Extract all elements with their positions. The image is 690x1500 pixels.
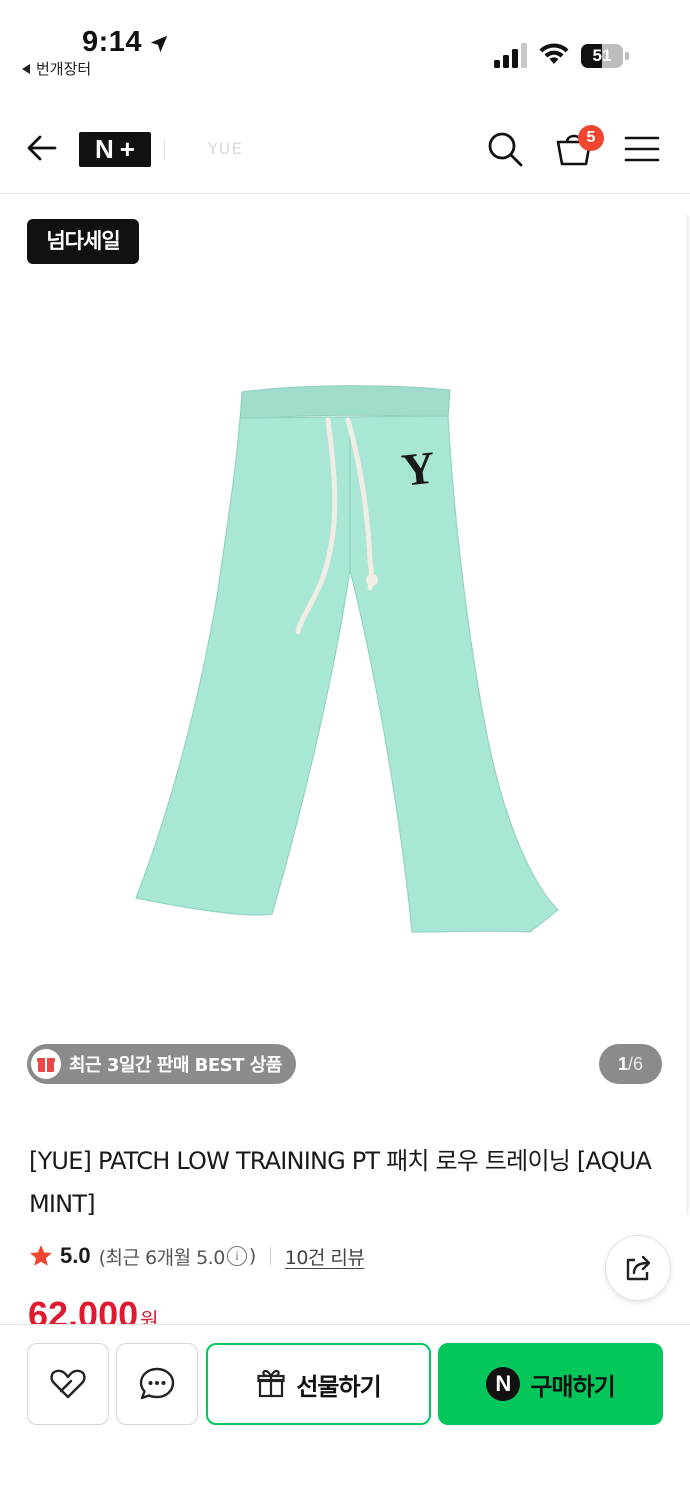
naver-pay-icon: N [486,1367,521,1401]
recent-rating-label: (최근 6개월 5.0 [98,1246,226,1269]
best-seller-badge: 최근 3일간 판매 BEST 상품 [27,1044,296,1084]
share-icon [626,1255,651,1281]
heart-icon [50,1369,86,1399]
rating-row: 5.0 (최근 6개월 5.0 i ) 10건 리뷰 [28,1240,365,1272]
location-arrow-icon [150,35,168,53]
brand-name[interactable]: YUE [208,139,243,158]
back-triangle-icon [22,63,30,74]
scrollbar[interactable] [686,215,689,1215]
gift-icon [31,1049,61,1079]
product-title: [YUE] PATCH LOW TRAINING PT 패치 로우 트레이닝 [… [29,1147,652,1218]
header-divider [164,140,165,160]
gift-box-icon [257,1369,285,1398]
image-page-current: 1 [617,1054,628,1074]
gift-button-label: 선물하기 [296,1372,381,1401]
store-logo[interactable]: N+ [79,132,151,167]
image-page-total: /6 [628,1054,644,1074]
gift-button[interactable]: 선물하기 [206,1343,431,1425]
svg-text:Y: Y [399,442,437,496]
status-bar: 9:14 번개장터 51 [0,0,690,100]
price-area: 62,000 원 [0,1290,600,1324]
chat-button[interactable] [116,1343,198,1425]
rating-score: 5.0 [60,1243,91,1268]
cart-count-badge: 5 [578,125,604,151]
price-unit: 원 [140,1308,159,1324]
battery-level: 51 [592,46,612,65]
search-icon[interactable] [486,130,524,168]
chat-bubble-icon [139,1367,175,1400]
buy-button-label: 구매하기 [530,1372,615,1401]
bottom-action-bar: 선물하기 N 구매하기 [0,1324,690,1500]
back-to-app-link[interactable]: 번개장터 [22,58,91,79]
clock: 9:14 [82,26,143,58]
rating-separator [269,1247,271,1265]
back-app-label: 번개장터 [36,60,92,78]
cellular-signal-icon [494,43,527,68]
buy-button[interactable]: N 구매하기 [438,1343,663,1425]
price: 62,000 원 [28,1294,159,1324]
share-button[interactable] [605,1235,671,1301]
image-page-indicator: 1/6 [599,1044,662,1084]
hamburger-menu-icon[interactable] [624,134,660,164]
back-arrow-icon[interactable] [24,130,60,166]
sale-badge: 넘다세일 [27,219,139,264]
wishlist-button[interactable] [27,1343,109,1425]
price-value: 62,000 [28,1294,139,1324]
product-image[interactable]: Y [100,370,590,950]
info-icon[interactable]: i [226,1246,247,1266]
recent-rating: (최근 6개월 5.0 i ) [98,1243,257,1270]
recent-rating-close: ) [248,1245,256,1267]
wifi-icon [539,43,569,64]
star-icon [30,1245,52,1266]
battery-indicator: 51 [581,44,629,68]
review-count-link[interactable]: 10건 리뷰 [285,1243,365,1270]
logo-text: N+ [95,134,141,164]
best-badge-label: 최근 3일간 판매 BEST 상품 [69,1055,282,1076]
